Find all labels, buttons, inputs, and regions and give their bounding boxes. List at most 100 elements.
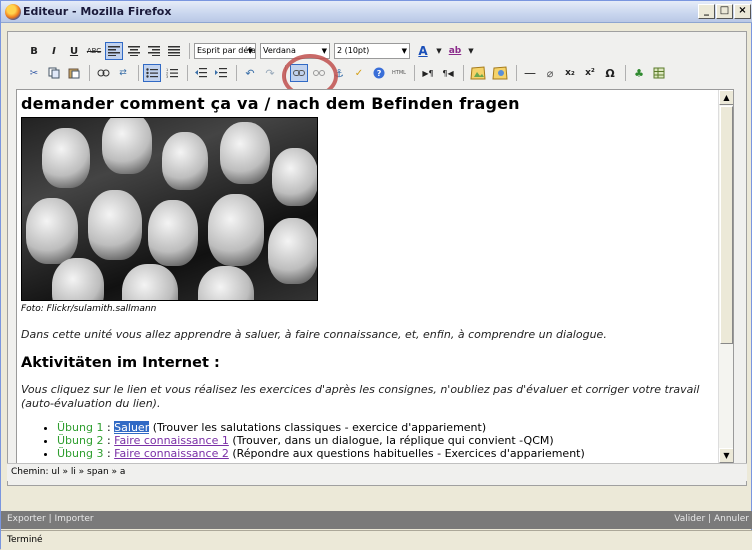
style-select[interactable]: Esprit par défa ▼	[194, 43, 256, 59]
insert-media-icon[interactable]	[490, 64, 510, 82]
strikethrough-button[interactable]: ABC	[85, 42, 103, 60]
undo-icon[interactable]: ↶	[241, 64, 259, 82]
maximize-button[interactable]: □	[716, 4, 733, 19]
svg-text:?: ?	[377, 69, 382, 78]
browser-window: Editeur - Mozilla Firefox _ □ × B I U AB…	[0, 0, 752, 550]
mannequin-head	[198, 266, 254, 300]
exercise-description: (Trouver, dans un dialogue, la réplique …	[228, 434, 554, 447]
format-toolbar: B I U ABC Esprit par défa ▼ Verdana ▼ 2 (1…	[25, 41, 478, 61]
intro-paragraph: Dans cette unité vous allez apprendre à …	[21, 328, 607, 341]
font-size-value: 2 (10pt)	[337, 46, 370, 55]
action-bar-left: Exporter | Importer	[7, 514, 94, 524]
exercise-description: (Trouver les salutations classiques - ex…	[149, 421, 487, 434]
justify-icon[interactable]	[165, 42, 183, 60]
font-size-select[interactable]: 2 (10pt) ▼	[334, 43, 410, 59]
horizontal-rule-icon[interactable]: —	[521, 64, 539, 82]
bullet-list-icon[interactable]	[143, 64, 161, 82]
table-icon[interactable]	[650, 64, 668, 82]
scroll-down-icon[interactable]: ▼	[719, 448, 733, 463]
element-path: Chemin: ul » li » span » a	[7, 463, 747, 481]
window-title: Editeur - Mozilla Firefox	[23, 5, 172, 18]
insert-toolbar: ✂ ⇄ 123 ↶ ↷ ⚓ ✓ ? HTML ▶¶ ¶◀ — ⌀ x₂ x² Ω	[25, 63, 670, 83]
exercise-link[interactable]: Faire connaissance 2	[114, 447, 229, 460]
find-icon[interactable]	[94, 64, 112, 82]
toolbar-separator	[138, 65, 139, 81]
import-link[interactable]: Importer	[54, 514, 93, 524]
mannequin-head	[52, 258, 104, 300]
export-link[interactable]: Exporter	[7, 514, 46, 524]
mannequin-head	[102, 118, 152, 174]
page-heading: demander comment ça va / nach dem Befind…	[21, 94, 520, 113]
close-button[interactable]: ×	[734, 4, 751, 19]
cancel-link[interactable]: Annuler	[714, 514, 749, 524]
exercise-label: Übung 1	[57, 421, 104, 434]
italic-button[interactable]: I	[45, 42, 63, 60]
toolbar-separator	[187, 65, 188, 81]
exercise-description: (Répondre aux questions habituelles - Ex…	[228, 447, 585, 460]
list-item: Übung 3 : Faire connaissance 2 (Répondre…	[57, 447, 721, 460]
title-bar: Editeur - Mozilla Firefox _ □ ×	[1, 1, 752, 23]
help-icon[interactable]: ?	[370, 64, 388, 82]
status-text: Terminé	[7, 535, 43, 545]
instructions-paragraph: Vous cliquez sur le lien et vous réalise…	[21, 383, 700, 410]
underline-button[interactable]: U	[65, 42, 83, 60]
vertical-scrollbar[interactable]: ▲ ▼	[718, 90, 733, 464]
mannequin-head	[220, 122, 270, 184]
font-color-icon[interactable]: A	[414, 42, 432, 60]
exercise-link[interactable]: Saluer	[114, 421, 150, 434]
svg-text:3: 3	[166, 75, 168, 78]
remove-format-icon[interactable]: ⌀	[541, 64, 559, 82]
list-item: Übung 2 : Faire connaissance 1 (Trouver,…	[57, 434, 721, 447]
numbered-list-icon[interactable]: 123	[163, 64, 181, 82]
paste-icon[interactable]	[65, 64, 83, 82]
align-right-icon[interactable]	[145, 42, 163, 60]
html-source-icon[interactable]: HTML	[390, 64, 408, 82]
validate-link[interactable]: Valider	[674, 514, 705, 524]
toolbar-separator	[236, 65, 237, 81]
toolbar-separator	[516, 65, 517, 81]
exercise-link[interactable]: Faire connaissance 1	[114, 434, 229, 447]
chevron-down-icon[interactable]: ▼	[466, 42, 476, 60]
indent-icon[interactable]	[212, 64, 230, 82]
minimize-button[interactable]: _	[698, 4, 715, 19]
highlight-color-icon[interactable]: ab	[446, 42, 464, 60]
insert-image-icon[interactable]	[468, 64, 488, 82]
mannequin-head	[208, 194, 264, 266]
replace-icon[interactable]: ⇄	[114, 64, 132, 82]
copy-icon[interactable]	[45, 64, 63, 82]
align-center-icon[interactable]	[125, 42, 143, 60]
mannequin-head	[148, 200, 198, 266]
cut-icon[interactable]: ✂	[25, 64, 43, 82]
special-char-icon[interactable]: Ω	[601, 64, 619, 82]
toolbar-separator	[463, 65, 464, 81]
redo-icon[interactable]: ↷	[261, 64, 279, 82]
action-bar: Exporter | Importer Valider | Annuler	[1, 511, 752, 529]
exercise-list: Übung 1 : Saluer (Trouver les salutation…	[45, 421, 721, 460]
chevron-down-icon: ▼	[247, 47, 253, 55]
mannequin-head	[268, 218, 317, 284]
toolbar-separator	[189, 43, 190, 59]
mannequin-head	[26, 198, 78, 264]
insert-flash-icon[interactable]: ♣	[630, 64, 648, 82]
cleanup-icon[interactable]: ✓	[350, 64, 368, 82]
align-left-icon[interactable]	[105, 42, 123, 60]
bold-button[interactable]: B	[25, 42, 43, 60]
ltr-direction-icon[interactable]: ▶¶	[419, 64, 437, 82]
firefox-logo-icon	[5, 4, 21, 20]
scroll-up-icon[interactable]: ▲	[719, 90, 733, 105]
section-heading: Aktivitäten im Internet :	[21, 355, 220, 371]
scrollbar-thumb[interactable]	[720, 106, 733, 344]
editor-content-area[interactable]: demander comment ça va / nach dem Befind…	[16, 89, 734, 465]
chevron-down-icon[interactable]: ▼	[434, 42, 444, 60]
superscript-icon[interactable]: x²	[581, 64, 599, 82]
mannequin-head	[42, 128, 90, 188]
toolbar-separator	[414, 65, 415, 81]
action-bar-right: Valider | Annuler	[674, 514, 749, 524]
chevron-down-icon: ▼	[401, 47, 407, 55]
font-family-value: Verdana	[263, 46, 296, 55]
subscript-icon[interactable]: x₂	[561, 64, 579, 82]
outdent-icon[interactable]	[192, 64, 210, 82]
toolbar-separator	[89, 65, 90, 81]
mannequin-head	[88, 190, 142, 260]
rtl-direction-icon[interactable]: ¶◀	[439, 64, 457, 82]
